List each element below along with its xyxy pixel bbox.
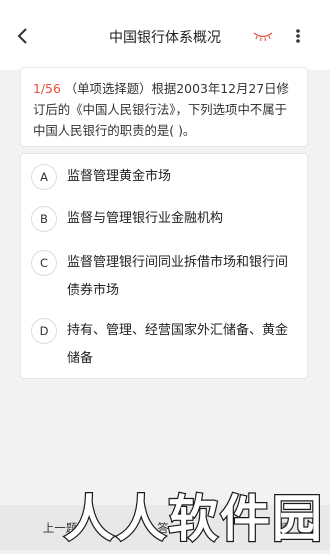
question-type: （单项选择题） [65, 81, 152, 96]
eye-closed-icon[interactable] [252, 28, 274, 42]
option-c[interactable]: C 监督管理银行间同业拆借市场和银行间债券市场 [21, 244, 307, 310]
more-vertical-icon[interactable] [290, 26, 306, 46]
option-text: 持有、管理、经营国家外汇储备、黄金储备 [67, 317, 299, 373]
question-card: 1/56 （单项选择题）根据2003年12月27日修订后的《中国人民银行法》，下… [20, 67, 308, 147]
option-letter-badge: B [31, 206, 57, 232]
question-number: 1/56 [33, 81, 61, 96]
option-text: 监督管理银行间同业拆借市场和银行间债券市场 [67, 249, 299, 305]
option-d[interactable]: D 持有、管理、经营国家外汇储备、黄金储备 [21, 310, 307, 378]
option-text: 监督与管理银行业金融机构 [67, 205, 299, 233]
option-letter-badge: D [31, 318, 57, 344]
question-text-block: 1/56 （单项选择题）根据2003年12月27日修订后的《中国人民银行法》，下… [33, 78, 299, 141]
answer-button[interactable]: 答 [148, 513, 178, 543]
option-letter-badge: C [31, 250, 57, 276]
option-b[interactable]: B 监督与管理银行业金融机构 [21, 200, 307, 244]
top-bar: 中国银行体系概况 [0, 0, 330, 70]
options-card: A 监督管理黄金市场 B 监督与管理银行业金融机构 C 监督管理银行间同业拆借市… [20, 153, 308, 379]
next-question-button[interactable]: 题 [268, 513, 298, 543]
option-letter-badge: A [31, 164, 57, 190]
option-a[interactable]: A 监督管理黄金市场 [21, 154, 307, 200]
bottom-bar: 上一题 答 题 [0, 505, 330, 550]
prev-question-button[interactable]: 上一题 [30, 513, 90, 543]
option-text: 监督管理黄金市场 [67, 163, 299, 191]
page-title: 中国银行体系概况 [60, 27, 270, 47]
back-arrow-icon[interactable] [14, 26, 34, 46]
